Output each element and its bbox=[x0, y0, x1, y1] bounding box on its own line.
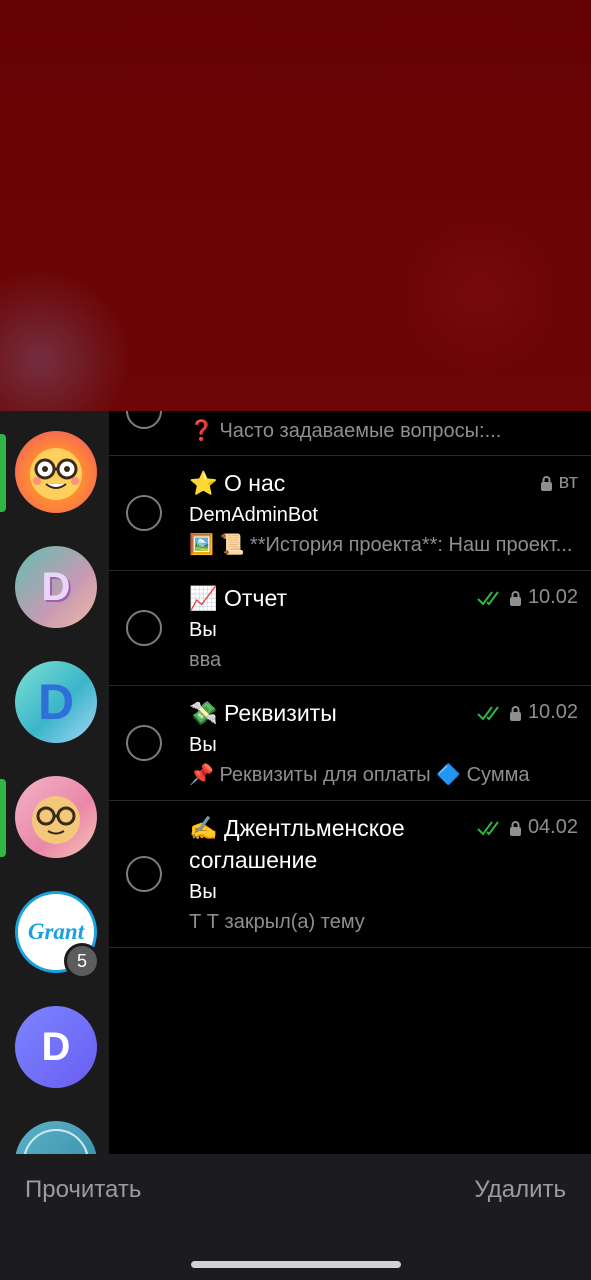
topic-row-about[interactable]: ⭐ О нас вт DemAdminBot 🖼️ 📜 **История пр… bbox=[109, 455, 591, 571]
select-radio[interactable] bbox=[126, 610, 162, 646]
active-chat-indicator bbox=[0, 434, 6, 512]
active-chat-indicator bbox=[0, 779, 6, 857]
money-emoji-icon: 💸 bbox=[189, 700, 218, 726]
topic-row-agreement[interactable]: ✍️ Джентльменское соглашение 04.02 Вы Т … bbox=[109, 800, 591, 948]
d-teal-avatar[interactable]: D bbox=[15, 661, 97, 743]
topic-title-text: Джентльменское bbox=[224, 815, 405, 841]
topic-title-text: Отчет bbox=[224, 585, 288, 611]
partial-avatar[interactable] bbox=[15, 1121, 97, 1154]
topic-meta: 04.02 bbox=[477, 816, 578, 839]
select-radio[interactable] bbox=[126, 725, 162, 761]
blurred-background bbox=[0, 0, 591, 411]
lock-icon bbox=[509, 820, 521, 836]
topic-title-text: Реквизиты bbox=[224, 700, 337, 726]
avatar-letter: D bbox=[37, 674, 75, 730]
selection-action-bar: Прочитать Удалить bbox=[0, 1154, 591, 1280]
nerd-emoji-avatar[interactable] bbox=[15, 431, 97, 513]
star-emoji-icon: ⭐ bbox=[189, 470, 218, 496]
nerd-face-icon bbox=[30, 448, 82, 500]
topic-row-report[interactable]: 📈 Отчет 10.02 Вы вва bbox=[109, 570, 591, 686]
topic-sender: DemAdminBot bbox=[189, 504, 318, 526]
double-check-icon bbox=[477, 590, 499, 606]
topic-meta: 10.02 bbox=[477, 701, 578, 724]
topic-title-line2: соглашение bbox=[189, 847, 318, 873]
topic-emoji: ❓ bbox=[189, 420, 214, 442]
topic-title: ✍️ Джентльменское bbox=[189, 812, 405, 844]
mark-read-button[interactable]: Прочитать bbox=[25, 1176, 141, 1204]
topic-preview: 📌 Реквизиты для оплаты 🔷 Сумма bbox=[189, 764, 530, 786]
topic-title: ⭐ О нас bbox=[189, 467, 285, 499]
lock-icon bbox=[509, 705, 521, 721]
double-check-icon bbox=[477, 820, 499, 836]
topic-preview: Т Т закрыл(а) тему bbox=[189, 911, 365, 933]
topic-preview: вва bbox=[189, 649, 222, 671]
d-purple-avatar[interactable]: D bbox=[15, 1006, 97, 1088]
writing-hand-emoji-icon: ✍️ bbox=[189, 815, 218, 841]
topic-row-faq[interactable]: ❓ Часто задаваемые вопросы:... bbox=[109, 411, 591, 456]
topic-sender: Вы bbox=[189, 619, 217, 641]
unread-count-badge: 5 bbox=[64, 943, 100, 979]
topic-title-text: О нас bbox=[224, 470, 286, 496]
d-pink-avatar[interactable]: D bbox=[15, 546, 97, 628]
topic-time: 10.02 bbox=[527, 701, 578, 723]
chart-emoji-icon: 📈 bbox=[189, 585, 218, 611]
topic-row-requisites[interactable]: 💸 Реквизиты 10.02 Вы 📌 Реквизиты для опл… bbox=[109, 685, 591, 801]
double-check-icon bbox=[477, 705, 499, 721]
topic-preview: ❓ Часто задаваемые вопросы:... bbox=[189, 417, 577, 445]
topic-sender: Вы bbox=[189, 881, 217, 903]
topic-list[interactable]: ❓ Часто задаваемые вопросы:... ⭐ О нас в… bbox=[109, 411, 591, 1154]
lock-icon bbox=[509, 590, 521, 606]
topic-title: 💸 Реквизиты bbox=[189, 697, 337, 729]
chat-sidebar[interactable]: D D Grant 5 D bbox=[0, 411, 109, 1154]
home-indicator[interactable] bbox=[191, 1261, 401, 1268]
nerd-pink-avatar[interactable] bbox=[15, 776, 97, 858]
select-radio[interactable] bbox=[126, 856, 162, 892]
avatar-logo-text: Grant bbox=[27, 919, 85, 944]
topic-time: 04.02 bbox=[527, 816, 578, 838]
select-radio[interactable] bbox=[126, 411, 162, 429]
select-radio[interactable] bbox=[126, 495, 162, 531]
avatar-letter: D bbox=[41, 1024, 71, 1069]
nerd-cartoon-icon bbox=[32, 796, 80, 844]
avatar-letter: D bbox=[41, 564, 71, 609]
topic-time: 10.02 bbox=[527, 586, 578, 608]
topic-sender: Вы bbox=[189, 734, 217, 756]
lock-icon bbox=[540, 475, 552, 491]
topic-meta: 10.02 bbox=[477, 586, 578, 609]
topic-preview: 🖼️ 📜 **История проекта**: Наш проект... bbox=[189, 534, 573, 556]
delete-button[interactable]: Удалить bbox=[474, 1176, 566, 1204]
topic-title: 📈 Отчет bbox=[189, 582, 287, 614]
logo-icon bbox=[23, 1129, 89, 1154]
topic-meta: вт bbox=[540, 471, 578, 494]
topic-preview-text: Часто задаваемые вопросы:... bbox=[219, 420, 502, 442]
topic-time: вт bbox=[558, 471, 578, 493]
